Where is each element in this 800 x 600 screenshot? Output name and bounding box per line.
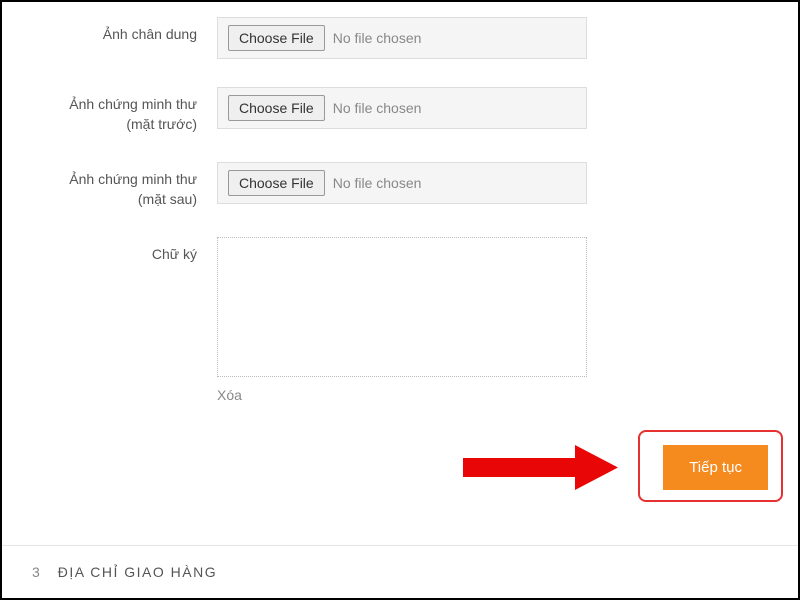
form-container: Ảnh chân dung Choose File No file chosen… [2, 2, 798, 405]
id-front-choose-button[interactable]: Choose File [228, 95, 325, 121]
section-title: ĐỊA CHỈ GIAO HÀNG [58, 564, 217, 580]
id-back-label-line2: (mặt sau) [138, 191, 197, 207]
id-front-file-input[interactable]: Choose File No file chosen [217, 87, 587, 129]
arrow-annotation-icon [463, 445, 623, 490]
section-number: 3 [32, 564, 40, 580]
signature-row: Chữ ký Xóa [22, 237, 778, 405]
id-back-label: Ảnh chứng minh thư (mặt sau) [22, 162, 217, 209]
signature-canvas[interactable] [217, 237, 587, 377]
id-back-label-line1: Ảnh chứng minh thư [69, 171, 197, 187]
portrait-choose-button[interactable]: Choose File [228, 25, 325, 51]
signature-clear-link[interactable]: Xóa [217, 387, 242, 403]
button-row: Tiếp tục [2, 415, 798, 510]
continue-button[interactable]: Tiếp tục [663, 445, 768, 490]
id-front-row: Ảnh chứng minh thư (mặt trước) Choose Fi… [22, 87, 778, 134]
id-front-file-status: No file chosen [333, 100, 422, 116]
portrait-label: Ảnh chân dung [22, 17, 217, 45]
signature-label: Chữ ký [22, 237, 217, 265]
id-front-label-line2: (mặt trước) [126, 116, 197, 132]
section-footer: 3 ĐỊA CHỈ GIAO HÀNG [2, 545, 798, 598]
id-front-label: Ảnh chứng minh thư (mặt trước) [22, 87, 217, 134]
id-front-label-line1: Ảnh chứng minh thư [69, 96, 197, 112]
signature-control: Xóa [217, 237, 587, 405]
id-back-control: Choose File No file chosen [217, 162, 587, 204]
id-back-choose-button[interactable]: Choose File [228, 170, 325, 196]
portrait-file-status: No file chosen [333, 30, 422, 46]
id-back-row: Ảnh chứng minh thư (mặt sau) Choose File… [22, 162, 778, 209]
id-front-control: Choose File No file chosen [217, 87, 587, 129]
portrait-file-input[interactable]: Choose File No file chosen [217, 17, 587, 59]
id-back-file-status: No file chosen [333, 175, 422, 191]
id-back-file-input[interactable]: Choose File No file chosen [217, 162, 587, 204]
portrait-control: Choose File No file chosen [217, 17, 587, 59]
portrait-row: Ảnh chân dung Choose File No file chosen [22, 17, 778, 59]
